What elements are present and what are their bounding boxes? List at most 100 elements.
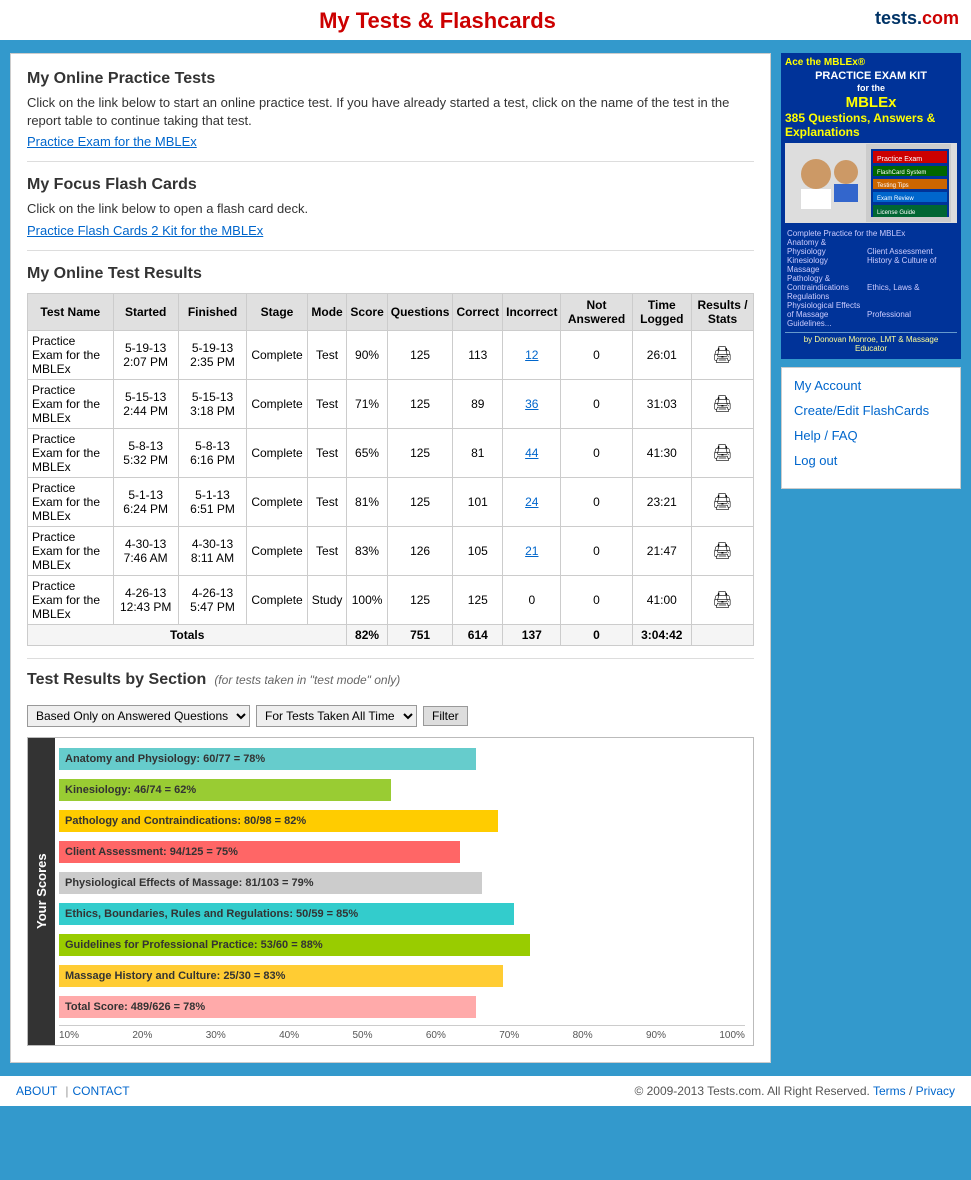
footer-link[interactable]: ABOUT <box>16 1084 57 1098</box>
chart-container: Your Scores Anatomy and Physiology: 60/7… <box>27 737 754 1046</box>
table-cell: 0 <box>503 575 561 624</box>
table-header: Finished <box>178 293 247 330</box>
totals-cell: 614 <box>453 624 503 645</box>
table-cell: Study <box>307 575 347 624</box>
chart-bar-row: Massage History and Culture: 25/30 = 83% <box>59 963 745 989</box>
table-cell: Complete <box>247 526 307 575</box>
table-cell[interactable]: 0 <box>561 477 632 526</box>
table-cell[interactable]: 44 <box>503 428 561 477</box>
stats-icon[interactable]: 🖨 <box>712 592 732 609</box>
table-cell: 41:30 <box>632 428 692 477</box>
table-cell[interactable]: 0 <box>561 379 632 428</box>
table-cell: 125 <box>453 575 503 624</box>
footer-terms-link[interactable]: Terms <box>873 1084 906 1098</box>
stats-icon[interactable]: 🖨 <box>712 494 732 511</box>
chart-bar-row: Total Score: 489/626 = 78% <box>59 994 745 1020</box>
sidebar-nav: My Account Create/Edit FlashCards Help / F… <box>781 367 961 489</box>
table-cell: 100% <box>347 575 387 624</box>
axis-label: 70% <box>499 1030 519 1041</box>
totals-cell: 137 <box>503 624 561 645</box>
table-cell: Practice Exam for the MBLEx <box>28 379 114 428</box>
sidebar-ad: Ace the MBLEx® PRACTICE EXAM KITfor theM… <box>781 53 961 359</box>
totals-cell: 82% <box>347 624 387 645</box>
results-heading: My Online Test Results <box>27 265 754 283</box>
chart-bar: Physiological Effects of Massage: 81/103… <box>59 872 482 894</box>
table-cell: 5-1-13 6:24 PM <box>113 477 178 526</box>
table-cell: 105 <box>453 526 503 575</box>
footer-link[interactable]: CONTACT <box>72 1084 129 1098</box>
table-header: Not Answered <box>561 293 632 330</box>
footer-privacy-link[interactable]: Privacy <box>916 1084 955 1098</box>
table-cell: 71% <box>347 379 387 428</box>
table-cell: 125 <box>387 575 453 624</box>
table-cell: Test <box>307 379 347 428</box>
table-cell: Test <box>307 428 347 477</box>
table-cell: 5-1-13 6:51 PM <box>178 477 247 526</box>
table-header: Stage <box>247 293 307 330</box>
table-header: Results / Stats <box>692 293 754 330</box>
axis-label: 90% <box>646 1030 666 1041</box>
table-cell[interactable]: 🖨 <box>692 575 754 624</box>
by-section-subtitle: (for tests taken in "test mode" only) <box>214 673 400 687</box>
chart-bar: Pathology and Contraindications: 80/98 =… <box>59 810 498 832</box>
table-cell[interactable]: 🖨 <box>692 428 754 477</box>
filter-time-select[interactable]: For Tests Taken All TimeLast 30 DaysLast… <box>256 705 417 727</box>
table-cell[interactable]: 0 <box>561 428 632 477</box>
stats-icon[interactable]: 🖨 <box>712 445 732 462</box>
table-cell: 65% <box>347 428 387 477</box>
table-cell[interactable]: 21 <box>503 526 561 575</box>
site-logo: tests.com <box>875 8 971 29</box>
table-cell[interactable]: 🖨 <box>692 526 754 575</box>
filter-answered-select[interactable]: Based Only on Answered QuestionsIncludin… <box>27 705 250 727</box>
table-cell: 89 <box>453 379 503 428</box>
svg-text:License Guide: License Guide <box>877 210 916 216</box>
chart-bar-row: Client Assessment: 94/125 = 75% <box>59 839 745 865</box>
ad-description: Complete Practice for the MBLEx Anatomy … <box>785 227 957 330</box>
chart-bar: Total Score: 489/626 = 78% <box>59 996 476 1018</box>
totals-cell: 751 <box>387 624 453 645</box>
practice-tests-desc: Click on the link below to start an onli… <box>27 94 754 130</box>
table-header: Time Logged <box>632 293 692 330</box>
table-cell: Complete <box>247 379 307 428</box>
table-cell: Practice Exam for the MBLEx <box>28 526 114 575</box>
table-cell[interactable]: 24 <box>503 477 561 526</box>
table-cell: Complete <box>247 330 307 379</box>
footer-copyright: © 2009-2013 Tests.com. All Right Reserve… <box>634 1084 869 1098</box>
axis-label: 60% <box>426 1030 446 1041</box>
table-cell[interactable]: 🖨 <box>692 379 754 428</box>
table-cell[interactable]: 36 <box>503 379 561 428</box>
sidebar-nav-link[interactable]: Create/Edit FlashCards <box>794 403 948 418</box>
axis-label: 10% <box>59 1030 79 1041</box>
stats-icon[interactable]: 🖨 <box>712 396 732 413</box>
sidebar-nav-link[interactable]: Log out <box>794 453 948 468</box>
totals-cell: Totals <box>28 624 347 645</box>
table-header: Started <box>113 293 178 330</box>
sidebar-nav-link[interactable]: My Account <box>794 378 948 393</box>
flashcards-desc: Click on the link below to open a flash … <box>27 200 754 218</box>
flashcards-link[interactable]: Practice Flash Cards 2 Kit for the MBLEx <box>27 223 263 238</box>
table-cell: 125 <box>387 428 453 477</box>
axis-label: 30% <box>206 1030 226 1041</box>
table-cell[interactable]: 0 <box>561 330 632 379</box>
chart-axis: 10%20%30%40%50%60%70%80%90%100% <box>59 1025 745 1045</box>
sidebar-nav-link[interactable]: Help / FAQ <box>794 428 948 443</box>
table-cell[interactable]: 0 <box>561 526 632 575</box>
table-cell[interactable]: 12 <box>503 330 561 379</box>
chart-bar-row: Physiological Effects of Massage: 81/103… <box>59 870 745 896</box>
footer-copyright: © 2009-2013 Tests.com. All Right Reserve… <box>634 1084 955 1098</box>
table-cell: Complete <box>247 477 307 526</box>
table-cell: 4-26-13 12:43 PM <box>113 575 178 624</box>
chart-bar-row: Kinesiology: 46/74 = 62% <box>59 777 745 803</box>
table-cell: 126 <box>387 526 453 575</box>
table-cell[interactable]: 🖨 <box>692 330 754 379</box>
table-cell[interactable]: 🖨 <box>692 477 754 526</box>
table-cell: 0 <box>561 575 632 624</box>
filter-button[interactable]: Filter <box>423 706 468 726</box>
practice-tests-link[interactable]: Practice Exam for the MBLEx <box>27 134 197 149</box>
axis-label: 20% <box>132 1030 152 1041</box>
table-cell: 5-15-13 3:18 PM <box>178 379 247 428</box>
totals-cell <box>692 624 754 645</box>
table-header: Mode <box>307 293 347 330</box>
stats-icon[interactable]: 🖨 <box>712 347 732 364</box>
stats-icon[interactable]: 🖨 <box>712 543 732 560</box>
